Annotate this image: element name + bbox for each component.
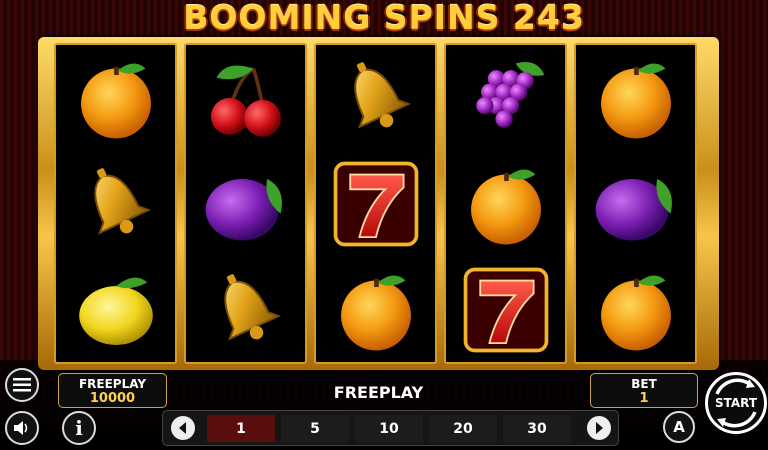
reel-frame (38, 37, 719, 370)
right-arrow-icon (596, 422, 603, 434)
bet-increase-button[interactable] (587, 416, 611, 440)
menu-button[interactable] (5, 368, 39, 402)
start-button[interactable]: START (705, 372, 767, 434)
sound-icon (14, 421, 28, 435)
bet-option[interactable]: 10 (355, 415, 423, 442)
bell-symbol (56, 151, 175, 257)
freeplay-value: 10000 (89, 391, 136, 406)
left-arrow-icon (179, 422, 186, 434)
game-title: BOOMING SPINS 243 (183, 0, 585, 37)
plum-symbol (576, 151, 695, 257)
reel-4 (444, 43, 567, 364)
seven-symbol (446, 257, 565, 363)
bet-option[interactable]: 1 (207, 415, 275, 442)
orange-symbol (446, 151, 565, 257)
bet-decrease-button[interactable] (171, 416, 195, 440)
cherry-symbol (186, 45, 305, 151)
sound-button[interactable] (5, 411, 39, 445)
menu-icon (13, 378, 31, 392)
reel-3 (314, 43, 437, 364)
plum-symbol (186, 151, 305, 257)
bell-symbol (316, 45, 435, 151)
freeplay-label: FREEPLAY (78, 377, 147, 391)
orange-symbol (576, 45, 695, 151)
bet-option[interactable]: 5 (281, 415, 349, 442)
autoplay-icon: A (673, 418, 685, 436)
grapes-symbol (446, 45, 565, 151)
bet-option[interactable]: 20 (429, 415, 497, 442)
reel-5 (574, 43, 697, 364)
freeplay-balance-box: FREEPLAY 10000 (58, 373, 167, 408)
orange-symbol (56, 45, 175, 151)
bet-value: 1 (639, 391, 649, 406)
autoplay-button[interactable]: A (663, 411, 695, 443)
info-button[interactable]: i (62, 411, 96, 445)
reel-1 (54, 43, 177, 364)
orange-symbol (316, 257, 435, 363)
orange-symbol (576, 257, 695, 363)
reel-2 (184, 43, 307, 364)
bet-label: BET (631, 377, 657, 391)
bet-option[interactable]: 30 (503, 415, 571, 442)
bet-box: BET 1 (590, 373, 698, 408)
status-text: FREEPLAY (333, 383, 424, 402)
lemon-symbol (56, 257, 175, 363)
start-label: START (714, 396, 758, 410)
info-icon: i (75, 416, 83, 440)
bet-selector: 1 5 10 20 30 (162, 410, 619, 446)
bell-symbol (186, 257, 305, 363)
seven-symbol (316, 151, 435, 257)
